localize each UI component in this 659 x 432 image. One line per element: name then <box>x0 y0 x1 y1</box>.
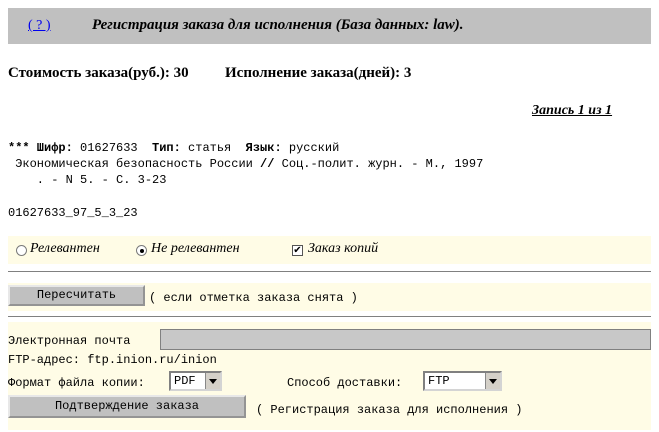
order-form: Электронная почта FTP-адрес: ftp.inion.r… <box>8 322 651 430</box>
recalculate-button[interactable]: Пересчитать <box>8 285 145 306</box>
order-cost: Стоимость заказа(руб.): 30 <box>8 65 189 81</box>
confirm-order-button[interactable]: Подтверждение заказа <box>8 395 246 418</box>
email-label: Электронная почта <box>8 334 131 348</box>
confirm-note: ( Регистрация заказа для исполнения ) <box>256 403 523 417</box>
lang-label: Язык: <box>245 141 282 155</box>
copy-order-label: Заказ копий <box>308 241 379 256</box>
relevant-radio[interactable] <box>16 245 27 256</box>
chevron-down-icon[interactable] <box>205 373 220 389</box>
ftp-address: FTP-адрес: ftp.inion.ru/inion <box>8 353 217 367</box>
relevant-label: Релевантен <box>30 241 100 256</box>
record-source: Соц.-полит. журн. - М., 1997 <box>274 157 484 171</box>
copy-format-select[interactable]: PDF <box>169 371 222 391</box>
type-value: статья <box>180 141 246 155</box>
divider <box>8 271 651 273</box>
cipher-label: *** Шифр: <box>8 141 73 155</box>
copy-order-checkbox[interactable]: ✔ <box>292 245 303 256</box>
not-relevant-label: Не релевантен <box>151 241 240 256</box>
delivery-method-select[interactable]: FTP <box>423 371 502 391</box>
chevron-down-icon[interactable] <box>485 373 500 389</box>
record-line-3: . - N 5. - С. 3-23 <box>8 173 167 187</box>
copy-format-label: Формат файла копии: <box>8 376 145 390</box>
delivery-method-value: FTP <box>428 374 450 388</box>
cipher-value: 01627633 <box>72 141 153 155</box>
recalc-band: Пересчитать ( если отметка заказа снята … <box>8 283 651 311</box>
type-label: Тип: <box>152 141 181 155</box>
options-band: Релевантен Не релевантен ✔ Заказ копий <box>8 236 651 264</box>
copy-format-value: PDF <box>174 374 196 388</box>
lang-value: русский <box>281 141 340 155</box>
help-link[interactable]: ( ? ) <box>28 18 51 34</box>
record-id: 01627633_97_5_3_23 <box>8 206 138 220</box>
not-relevant-radio[interactable] <box>136 245 147 256</box>
divider <box>8 316 651 318</box>
recalc-note: ( если отметка заказа снята ) <box>149 291 358 305</box>
email-field[interactable] <box>160 329 651 350</box>
page-title: Регистрация заказа для исполнения (База … <box>92 17 464 33</box>
record-counter: Запись 1 из 1 <box>532 103 613 118</box>
order-execution-days: Исполнение заказа(дней): 3 <box>225 65 412 81</box>
record-line-1: *** Шифр: 01627633 Тип: статья Язык: рус… <box>8 140 339 156</box>
record-title: Экономическая безопасность России <box>8 157 261 171</box>
delivery-method-label: Способ доставки: <box>287 376 403 390</box>
header-bar: ( ? ) Регистрация заказа для исполнения … <box>8 8 651 44</box>
record-line-2: Экономическая безопасность России // Соц… <box>8 156 483 172</box>
record-separator: // <box>260 157 275 171</box>
